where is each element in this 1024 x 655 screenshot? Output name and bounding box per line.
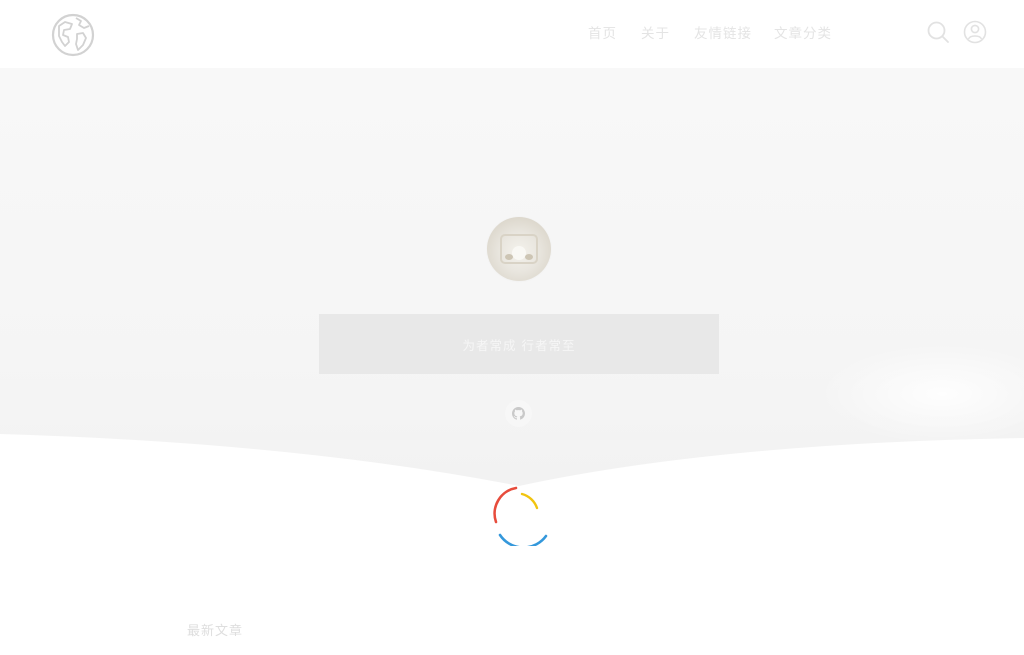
site-header: 首页 关于 友情链接 文章分类 (0, 0, 1024, 68)
search-icon[interactable] (926, 20, 950, 44)
motto-box: 为者常成 行者常至 (319, 314, 719, 374)
user-icon[interactable] (963, 20, 987, 44)
nav-home[interactable]: 首页 (588, 22, 617, 42)
globe-icon[interactable] (50, 12, 96, 58)
avatar[interactable] (487, 217, 551, 281)
nav-categories[interactable]: 文章分类 (774, 22, 832, 42)
hero-banner: 为者常成 行者常至 (0, 68, 1024, 488)
nav-about[interactable]: 关于 (641, 22, 670, 42)
nav-friend-links[interactable]: 友情链接 (694, 22, 752, 42)
github-link[interactable] (505, 400, 532, 427)
motto-text: 为者常成 行者常至 (462, 337, 576, 353)
github-icon (512, 407, 525, 420)
latest-posts-title: 最新文章 (187, 624, 244, 639)
loading-spinner-icon (493, 486, 548, 546)
